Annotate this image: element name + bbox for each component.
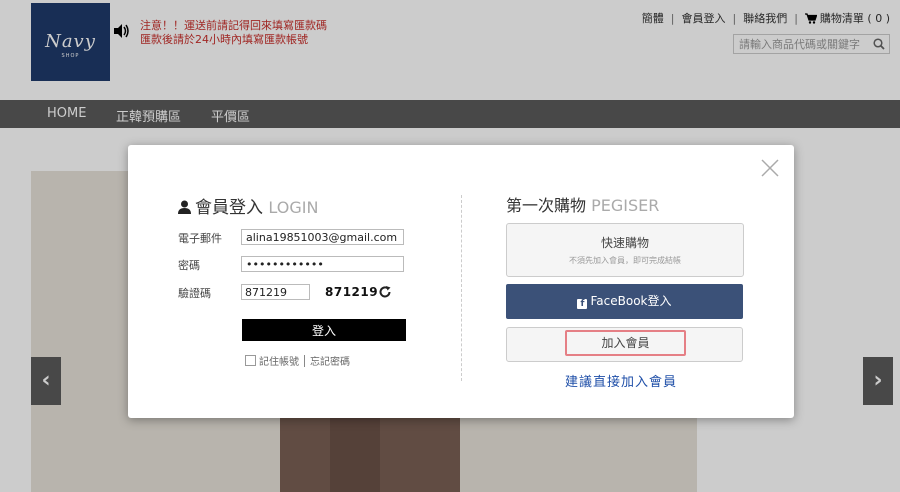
separator <box>304 355 305 367</box>
email-field[interactable] <box>241 229 404 245</box>
login-modal: 會員登入 LOGIN 電子郵件 密碼 驗證碼 871219 登入 記住帳號忘記密… <box>128 145 794 418</box>
user-icon <box>178 199 191 219</box>
login-title: 會員登入 LOGIN <box>178 193 318 219</box>
password-field[interactable] <box>241 256 404 272</box>
login-title-text: 會員登入 <box>195 198 263 218</box>
captcha-label: 驗證碼 <box>178 287 211 300</box>
remember-checkbox[interactable] <box>245 355 256 366</box>
facebook-login-button[interactable]: f FaceBook登入 <box>506 284 743 319</box>
close-icon[interactable] <box>761 159 779 177</box>
first-purchase-title-text: 第一次購物 <box>506 196 587 215</box>
remember-row: 記住帳號 忘記密碼 <box>245 353 350 368</box>
captcha-image: 871219 <box>325 285 379 299</box>
join-member-label: 加入會員 <box>565 330 686 356</box>
quick-purchase-button[interactable]: 快速購物 不須先加入會員，即可完成結帳 <box>506 223 744 277</box>
divider <box>461 195 462 381</box>
captcha-input[interactable] <box>241 284 310 300</box>
login-button[interactable]: 登入 <box>242 319 406 341</box>
login-title-en: LOGIN <box>268 198 319 217</box>
quick-purchase-label: 快速購物 <box>600 236 649 250</box>
first-purchase-title-en: PEGISER <box>591 196 660 215</box>
facebook-icon: f <box>577 299 588 309</box>
password-label: 密碼 <box>178 259 200 272</box>
email-label: 電子郵件 <box>178 232 222 245</box>
remember-label[interactable]: 記住帳號 <box>259 357 299 368</box>
facebook-login-label: FaceBook登入 <box>590 294 672 308</box>
join-member-button[interactable]: 加入會員 <box>506 327 743 362</box>
first-purchase-title: 第一次購物 PEGISER <box>506 192 659 216</box>
suggest-join-link[interactable]: 建議直接加入會員 <box>565 371 677 390</box>
forgot-password-link[interactable]: 忘記密碼 <box>310 357 350 368</box>
quick-purchase-subtext: 不須先加入會員，即可完成結帳 <box>569 256 681 265</box>
refresh-icon[interactable] <box>378 285 392 302</box>
